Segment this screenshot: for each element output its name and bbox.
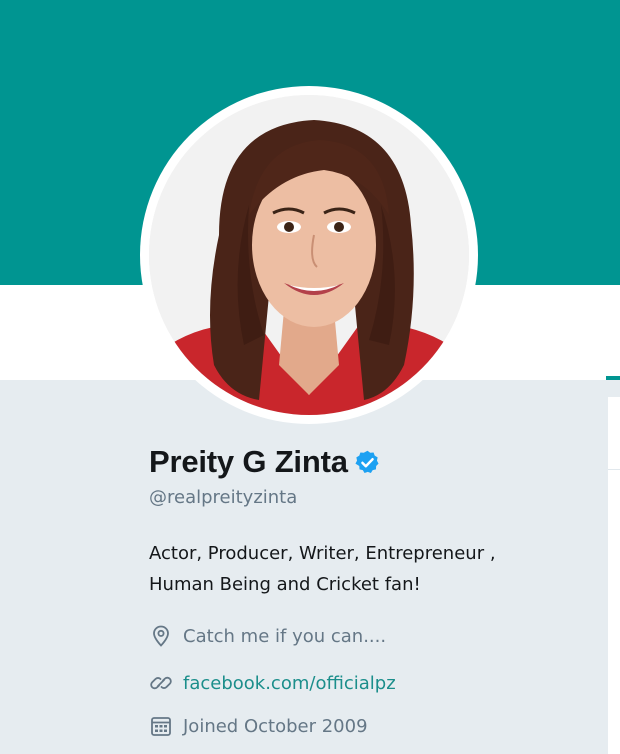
calendar-icon [149,714,173,738]
avatar[interactable] [149,95,469,415]
avatar-photo-illustration [149,95,469,415]
profile-name[interactable]: Preity G Zinta [149,444,348,480]
join-date-text: Joined October 2009 [183,715,368,737]
profile-name-row: Preity G Zinta [149,442,381,482]
website-link[interactable]: facebook.com/officialpz [183,673,396,694]
profile-website[interactable]: facebook.com/officialpz [149,669,396,697]
right-sidebar-panel [608,397,620,754]
location-pin-icon [149,624,173,648]
profile-location: Catch me if you can.... [149,622,386,650]
active-tab-indicator [606,376,620,380]
verified-badge-icon [354,449,381,476]
bio-line: Actor, Producer, Writer, Entrepreneur , [149,543,496,564]
bio-line: Human Being and Cricket fan! [149,574,421,595]
link-icon [149,671,173,695]
profile-bio: Actor, Producer, Writer, Entrepreneur , … [149,538,589,600]
profile-handle[interactable]: @realpreityzinta [149,487,297,508]
panel-divider [608,469,620,470]
location-text: Catch me if you can.... [183,625,387,647]
profile-join-date: Joined October 2009 [149,712,368,740]
